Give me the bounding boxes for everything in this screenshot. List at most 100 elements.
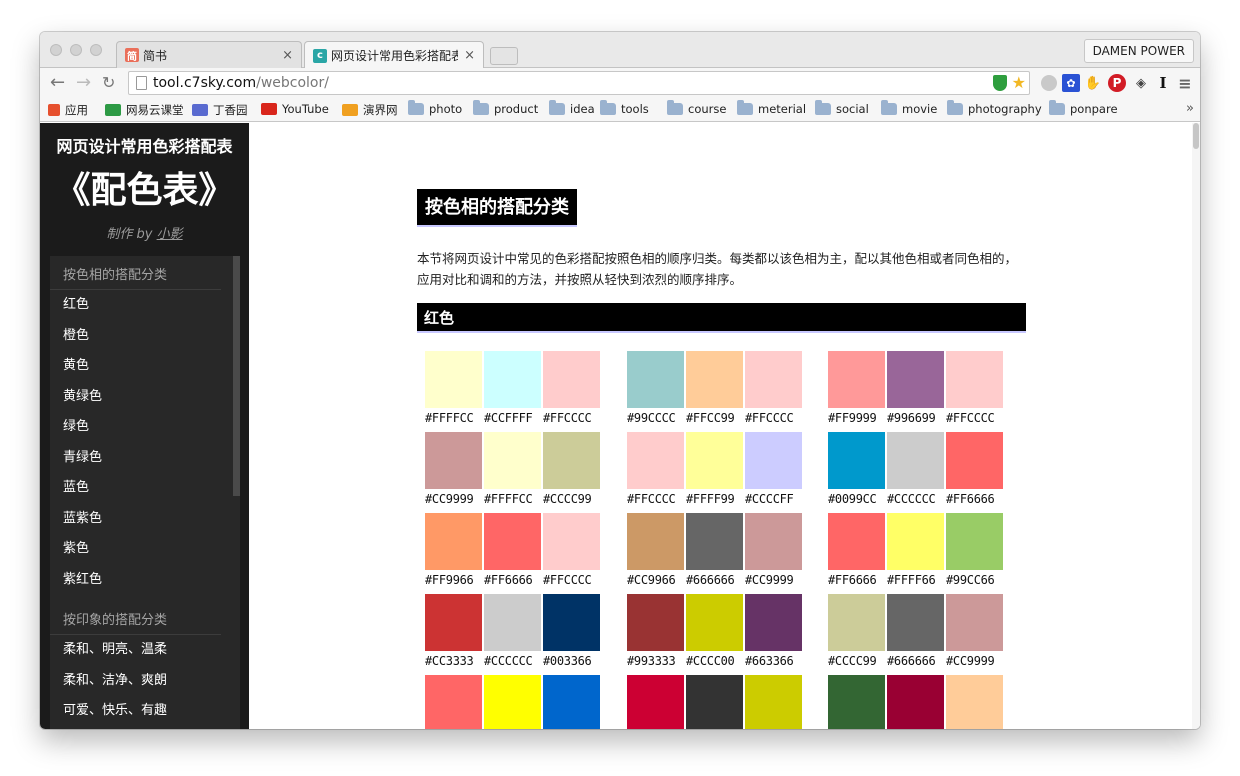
globe-extension-icon[interactable] [1040, 74, 1058, 92]
color-swatch[interactable] [745, 675, 802, 729]
bookmark-7[interactable]: idea [549, 100, 595, 116]
menu-icon[interactable]: ≡ [1176, 74, 1194, 93]
close-tab-icon[interactable]: × [464, 48, 475, 63]
zoom-window-button[interactable] [90, 44, 102, 56]
color-swatch[interactable] [627, 513, 684, 570]
sidebar-scrollbar[interactable] [233, 256, 240, 496]
color-swatch[interactable] [543, 513, 600, 570]
color-swatch[interactable] [484, 351, 541, 408]
color-swatch[interactable] [627, 675, 684, 729]
color-swatch[interactable] [627, 432, 684, 489]
bookmark-star-icon[interactable]: ★ [1012, 72, 1026, 94]
sidebar-item[interactable]: 紫红色 [50, 565, 240, 596]
page-scrollbar-thumb[interactable] [1193, 123, 1199, 149]
sidebar-item[interactable]: 紫色 [50, 534, 240, 565]
tab-jianshu[interactable]: 简 简书 × [116, 41, 302, 68]
sidebar-item[interactable]: 蓝色 [50, 473, 240, 504]
color-swatch[interactable] [484, 675, 541, 729]
color-swatch[interactable] [946, 432, 1003, 489]
color-swatch[interactable] [946, 351, 1003, 408]
close-window-button[interactable] [50, 44, 62, 56]
color-swatch[interactable] [425, 432, 482, 489]
minimize-window-button[interactable] [70, 44, 82, 56]
color-swatch[interactable] [828, 675, 885, 729]
color-swatch[interactable] [887, 351, 944, 408]
color-swatch[interactable] [686, 675, 743, 729]
sidebar-item[interactable]: 青绿色 [50, 443, 240, 474]
page-scrollbar[interactable] [1192, 123, 1200, 729]
sidebar-item[interactable]: 柔和、洁净、爽朗 [50, 666, 240, 697]
color-swatch[interactable] [543, 675, 600, 729]
color-swatch[interactable] [484, 513, 541, 570]
color-swatch[interactable] [887, 513, 944, 570]
color-swatch[interactable] [543, 432, 600, 489]
sidebar-item[interactable]: 红色 [50, 290, 240, 321]
tab-webcolor[interactable]: c 网页设计常用色彩搭配表 - 酷 × [304, 41, 484, 69]
site-logo[interactable]: 《配色表》 [40, 161, 249, 213]
ghostery-extension-icon[interactable]: ◈ [1132, 74, 1150, 92]
bookmark-11[interactable]: social [815, 100, 869, 116]
shield-extension-icon[interactable] [993, 75, 1007, 91]
bookmark-4[interactable]: 演界网 [342, 102, 398, 118]
pinterest-extension-icon[interactable]: P [1108, 74, 1126, 92]
profile-button[interactable]: DAMEN POWER [1083, 39, 1194, 63]
bookmark-13[interactable]: photography [947, 100, 1042, 116]
color-swatch[interactable] [828, 432, 885, 489]
instapaper-extension-icon[interactable]: I [1154, 74, 1172, 92]
bookmark-5[interactable]: photo [408, 100, 462, 116]
color-swatch[interactable] [745, 351, 802, 408]
bookmark-3[interactable]: YouTube [261, 102, 329, 116]
color-swatch[interactable] [425, 513, 482, 570]
color-swatch[interactable] [887, 432, 944, 489]
color-swatch[interactable] [627, 351, 684, 408]
back-arrow-icon[interactable]: ← [50, 73, 65, 93]
author-link[interactable]: 小影 [157, 227, 183, 242]
color-swatch[interactable] [745, 594, 802, 651]
bookmark-9[interactable]: course [667, 100, 726, 116]
color-swatch[interactable] [425, 351, 482, 408]
evernote-extension-icon[interactable]: ✋ [1084, 74, 1102, 92]
color-swatch[interactable] [887, 594, 944, 651]
sidebar-item[interactable]: 蓝紫色 [50, 504, 240, 535]
color-swatch[interactable] [425, 594, 482, 651]
bookmark-0[interactable]: 应用 [48, 102, 88, 118]
close-tab-icon[interactable]: × [282, 48, 293, 63]
sidebar-item[interactable]: 橙色 [50, 321, 240, 352]
color-swatch[interactable] [484, 594, 541, 651]
reload-icon[interactable]: ↻ [102, 73, 115, 93]
bookmarks-overflow-icon[interactable]: » [1186, 101, 1194, 116]
sidebar-item[interactable]: 黄绿色 [50, 382, 240, 413]
color-swatch[interactable] [946, 675, 1003, 729]
color-swatch[interactable] [484, 432, 541, 489]
bookmark-14[interactable]: ponpare [1049, 100, 1118, 116]
color-swatch[interactable] [543, 594, 600, 651]
address-bar[interactable]: tool.c7sky.com/webcolor/ ★ [128, 71, 1030, 95]
color-swatch[interactable] [887, 675, 944, 729]
bookmark-1[interactable]: 网易云课堂 [105, 102, 184, 118]
bookmark-12[interactable]: movie [881, 100, 937, 116]
paw-extension-icon[interactable]: ✿ [1062, 74, 1080, 92]
new-tab-button[interactable] [490, 47, 518, 65]
color-swatch[interactable] [946, 594, 1003, 651]
color-swatch[interactable] [686, 432, 743, 489]
color-swatch[interactable] [686, 594, 743, 651]
color-swatch[interactable] [686, 513, 743, 570]
color-swatch[interactable] [828, 351, 885, 408]
sidebar-item[interactable]: 绿色 [50, 412, 240, 443]
color-swatch[interactable] [627, 594, 684, 651]
color-swatch[interactable] [745, 513, 802, 570]
color-swatch[interactable] [946, 513, 1003, 570]
sidebar-item[interactable]: 柔和、明亮、温柔 [50, 635, 240, 666]
sidebar-item[interactable]: 黄色 [50, 351, 240, 382]
color-swatch[interactable] [686, 351, 743, 408]
color-swatch[interactable] [828, 594, 885, 651]
bookmark-10[interactable]: meterial [737, 100, 806, 116]
bookmark-8[interactable]: tools [600, 100, 649, 116]
sidebar-item[interactable]: 可爱、快乐、有趣 [50, 696, 240, 727]
color-swatch[interactable] [745, 432, 802, 489]
bookmark-6[interactable]: product [473, 100, 538, 116]
forward-arrow-icon[interactable]: → [76, 73, 91, 93]
bookmark-2[interactable]: 丁香园 [192, 102, 248, 118]
color-swatch[interactable] [543, 351, 600, 408]
color-swatch[interactable] [828, 513, 885, 570]
